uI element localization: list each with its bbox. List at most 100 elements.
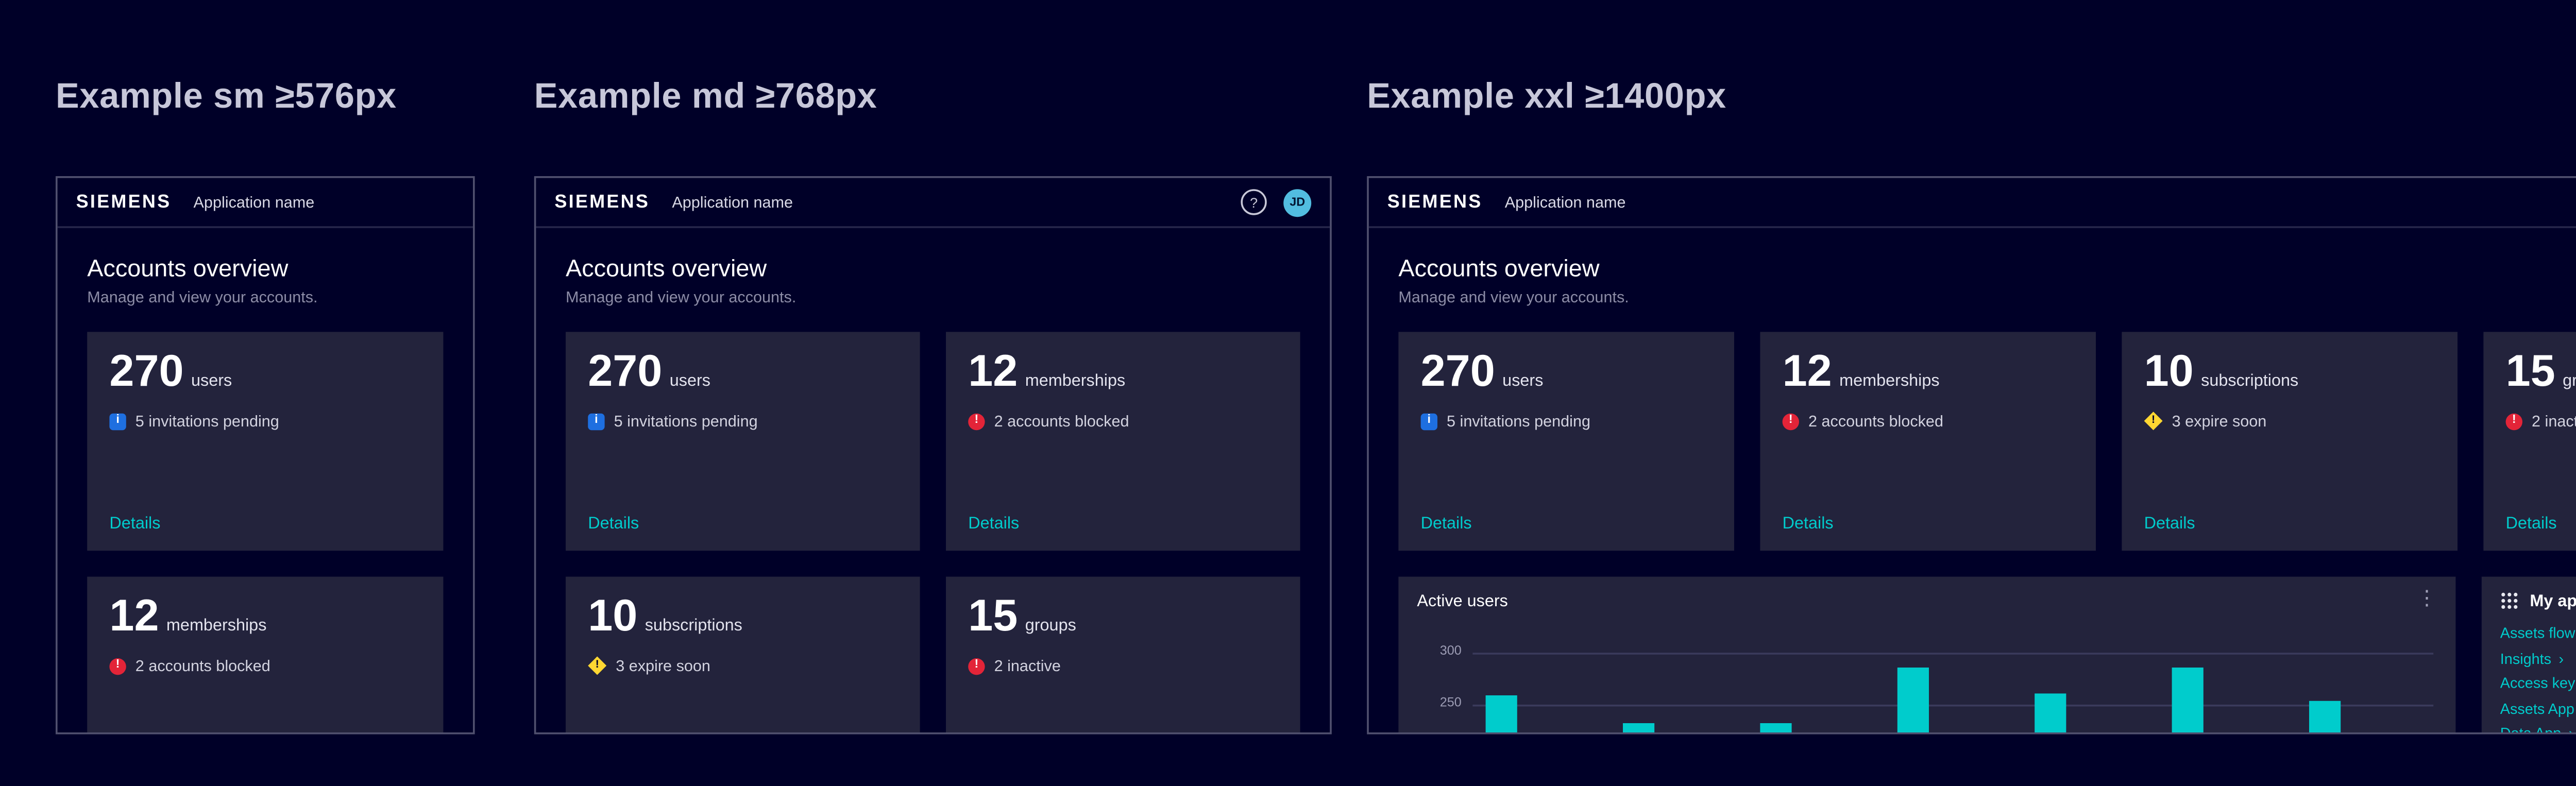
- badge-text: 5 invitations pending: [1447, 412, 1590, 430]
- stat-value: 270: [1421, 350, 1495, 395]
- stat-card-users: 270 users i 5 invitations pending Detail…: [87, 332, 443, 551]
- kebab-menu-icon[interactable]: ⋮: [2417, 591, 2437, 608]
- my-apps-link[interactable]: Assets flow›: [2500, 627, 2576, 642]
- my-apps-link[interactable]: Access key›: [2500, 677, 2576, 692]
- error-icon: !: [1783, 413, 1799, 429]
- stat-unit: subscriptions: [645, 616, 742, 634]
- stat-value: 10: [588, 595, 637, 640]
- chevron-right-icon: ›: [2558, 652, 2564, 667]
- badge-text: 2 inactive: [994, 656, 1061, 675]
- page-title: Accounts overview: [566, 254, 1300, 282]
- my-apps-links: Assets flow›Insights›Access key›Assets A…: [2500, 627, 2576, 734]
- stat-figure: 270 users: [1421, 350, 1712, 395]
- stat-value: 12: [968, 350, 1018, 395]
- stat-figure: 12 memberships: [1783, 350, 2074, 395]
- example-panel-xxl: SIEMENS Application name ? JD Accounts o…: [1367, 176, 2576, 734]
- stat-value: 10: [2144, 350, 2194, 395]
- my-apps-link-label: Assets flow: [2500, 627, 2575, 642]
- stat-figure: 15 groups: [968, 595, 1278, 640]
- stat-card-groups: 15 groups ! 2 inactive Details: [946, 577, 1300, 734]
- avatar[interactable]: JD: [1283, 188, 1311, 216]
- my-apps-link-label: Assets App: [2500, 702, 2574, 717]
- stat-card-subscriptions: 10 subscriptions ! 3 expire soon Details: [566, 577, 920, 734]
- stat-unit: memberships: [1839, 371, 1940, 389]
- page-title: Accounts overview: [1398, 254, 2576, 282]
- my-apps-panel: My apps ⋮ Assets flow›Insights›Access ke…: [2482, 577, 2576, 734]
- details-link[interactable]: Details: [1421, 514, 1712, 532]
- page-subtitle: Manage and view your accounts.: [566, 287, 1300, 306]
- stat-card-users: 270 users i 5 invitations pending Detail…: [1398, 332, 1734, 551]
- error-icon: !: [2506, 413, 2522, 429]
- status-badge: ! 2 accounts blocked: [968, 412, 1278, 430]
- status-badge: ! 2 accounts blocked: [109, 656, 421, 675]
- bar-6: [2172, 667, 2204, 734]
- y-axis-label: 300: [1398, 645, 1461, 660]
- app-header: SIEMENS Application name ? JD: [536, 178, 1330, 228]
- status-badge: i 5 invitations pending: [109, 412, 421, 430]
- gridline: [1472, 653, 2433, 655]
- status-badge: ! 3 expire soon: [2144, 412, 2435, 430]
- y-axis-label: 250: [1398, 697, 1461, 712]
- bar-3: [1760, 723, 1791, 734]
- stat-value: 12: [1783, 350, 1832, 395]
- my-apps-link[interactable]: Data App›: [2500, 727, 2576, 734]
- details-link[interactable]: Details: [2144, 514, 2435, 532]
- help-icon[interactable]: ?: [1241, 189, 1266, 215]
- details-link[interactable]: Details: [109, 514, 421, 532]
- badge-text: 3 expire soon: [616, 656, 710, 675]
- my-apps-link[interactable]: Insights›: [2500, 652, 2576, 667]
- siemens-logo: SIEMENS: [554, 192, 650, 213]
- siemens-logo: SIEMENS: [76, 192, 172, 213]
- my-apps-title: My apps: [2530, 591, 2576, 610]
- info-icon: i: [109, 413, 126, 429]
- stat-card-groups: 15 groups ! 2 inactive Details: [2483, 332, 2576, 551]
- stat-value: 270: [588, 350, 662, 395]
- breakpoint-heading-sm: Example sm ≥576px: [56, 78, 397, 118]
- page-subtitle: Manage and view your accounts.: [1398, 287, 2576, 306]
- bar-7: [2309, 700, 2341, 734]
- stat-value: 15: [2506, 350, 2555, 395]
- warning-icon: !: [2144, 412, 2163, 430]
- badge-text: 5 invitations pending: [614, 412, 758, 430]
- siemens-logo: SIEMENS: [1387, 192, 1483, 213]
- my-apps-link-label: Access key: [2500, 677, 2575, 692]
- app-name: Application name: [672, 193, 793, 211]
- bar-1: [1486, 695, 1517, 734]
- badge-text: 2 accounts blocked: [135, 656, 270, 675]
- stat-cards: 270 users i 5 invitations pending Detail…: [566, 332, 1300, 734]
- stat-figure: 270 users: [109, 350, 421, 395]
- example-panel-sm: SIEMENS Application name Accounts overvi…: [56, 176, 475, 734]
- stat-figure: 10 subscriptions: [2144, 350, 2435, 395]
- breakpoint-heading-md: Example md ≥768px: [534, 78, 877, 118]
- stat-figure: 12 memberships: [109, 595, 421, 640]
- details-link[interactable]: Details: [2506, 514, 2576, 532]
- stat-card-memberships: 12 memberships ! 2 accounts blocked Deta…: [87, 577, 443, 734]
- page-subtitle: Manage and view your accounts.: [87, 287, 443, 306]
- my-apps-link[interactable]: Assets App›: [2500, 702, 2576, 717]
- error-icon: !: [109, 657, 126, 674]
- details-link[interactable]: Details: [968, 514, 1278, 532]
- stat-figure: 10 subscriptions: [588, 595, 897, 640]
- gridline: [1472, 705, 2433, 707]
- page-content: Accounts overview Manage and view your a…: [1369, 228, 2576, 734]
- details-link[interactable]: Details: [1783, 514, 2074, 532]
- badge-text: 3 expire soon: [2172, 412, 2267, 430]
- info-icon: i: [588, 413, 604, 429]
- stat-unit: users: [191, 371, 232, 389]
- stat-value: 15: [968, 595, 1018, 640]
- stat-cards: 270 users i 5 invitations pending Detail…: [1398, 332, 2576, 551]
- stat-card-subscriptions: 10 subscriptions ! 3 expire soon Details: [2122, 332, 2458, 551]
- stat-figure: 270 users: [588, 350, 897, 395]
- app-header: SIEMENS Application name: [58, 178, 473, 228]
- error-icon: !: [968, 413, 985, 429]
- bar-2: [1623, 723, 1654, 734]
- app-name: Application name: [1505, 193, 1626, 211]
- status-badge: ! 2 inactive: [968, 656, 1278, 675]
- bar-5: [2035, 693, 2066, 734]
- canvas: Example sm ≥576px Example md ≥768px Exam…: [0, 0, 2576, 786]
- my-apps-link-label: Data App: [2500, 727, 2562, 734]
- stat-card-memberships: 12 memberships ! 2 accounts blocked Deta…: [1760, 332, 2096, 551]
- details-link[interactable]: Details: [588, 514, 897, 532]
- warning-icon: !: [588, 656, 606, 675]
- page-title: Accounts overview: [87, 254, 443, 282]
